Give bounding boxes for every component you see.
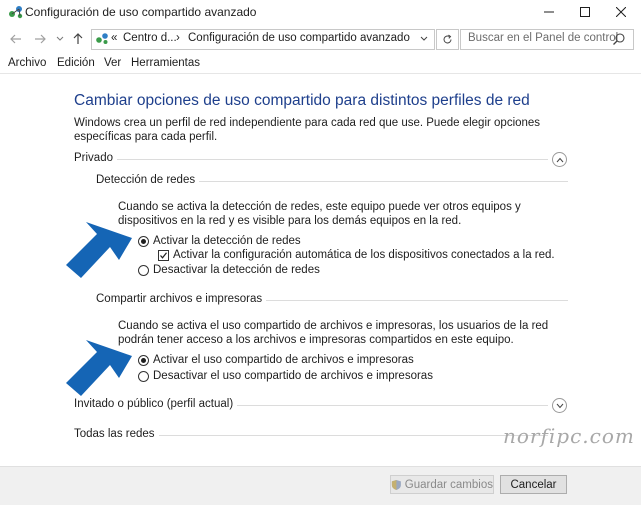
network-discovery-label: Detección de redes bbox=[96, 174, 200, 186]
forward-arrow-icon bbox=[35, 34, 46, 44]
section-privado-label: Privado bbox=[74, 152, 117, 164]
up-button[interactable] bbox=[68, 30, 88, 48]
search-placeholder: Buscar en el Panel de control bbox=[468, 32, 619, 44]
radio-discovery-off-label: Desactivar la detección de redes bbox=[153, 264, 320, 276]
save-changes-button[interactable]: Guardar cambios bbox=[390, 475, 494, 494]
section-all-networks-label: Todas las redes bbox=[74, 428, 159, 440]
shield-icon bbox=[391, 479, 401, 490]
checkbox-auto-config[interactable]: Activar la configuración automática de l… bbox=[158, 249, 555, 261]
forward-button[interactable] bbox=[30, 30, 50, 48]
breadcrumb-current[interactable]: Configuración de uso compartido avanzado bbox=[188, 32, 410, 44]
menu-archivo[interactable]: Archivo bbox=[8, 57, 46, 69]
refresh-icon bbox=[443, 34, 452, 44]
radio-selected-icon bbox=[138, 354, 149, 366]
radio-discovery-on-label: Activar la detección de redes bbox=[153, 235, 301, 247]
checkbox-checked-icon bbox=[158, 249, 169, 261]
window-title: Configuración de uso compartido avanzado bbox=[25, 5, 257, 19]
radio-sharing-on-label: Activar el uso compartido de archivos e … bbox=[153, 354, 414, 366]
menu-edicion[interactable]: Edición bbox=[57, 57, 95, 69]
minimize-icon bbox=[544, 11, 554, 13]
radio-selected-icon bbox=[138, 235, 149, 247]
radio-unselected-icon bbox=[138, 370, 149, 382]
chevron-down-icon bbox=[56, 36, 64, 41]
network-discovery-description: Cuando se activa la detección de redes, … bbox=[118, 201, 521, 227]
file-sharing-description: Cuando se activa el uso compartido de ar… bbox=[118, 320, 549, 346]
network-app-icon bbox=[9, 6, 23, 19]
recent-locations-button[interactable] bbox=[50, 30, 70, 48]
checkbox-auto-config-label: Activar la configuración automática de l… bbox=[173, 249, 555, 261]
close-button[interactable] bbox=[598, 0, 641, 24]
radio-discovery-off[interactable]: Desactivar la detección de redes bbox=[138, 264, 320, 276]
address-dropdown-button[interactable] bbox=[417, 31, 431, 46]
chevron-up-icon bbox=[556, 157, 563, 162]
refresh-button[interactable] bbox=[436, 29, 459, 50]
cancel-button[interactable]: Cancelar bbox=[500, 475, 567, 494]
collapse-privado-button[interactable] bbox=[552, 152, 567, 167]
radio-unselected-icon bbox=[138, 264, 149, 276]
radio-sharing-off-label: Desactivar el uso compartido de archivos… bbox=[153, 370, 433, 382]
breadcrumb-separator: « bbox=[111, 32, 118, 44]
menu-divider bbox=[0, 73, 641, 74]
pointer-arrow-icon bbox=[66, 340, 132, 396]
radio-sharing-off[interactable]: Desactivar el uso compartido de archivos… bbox=[138, 370, 433, 382]
radio-discovery-on[interactable]: Activar la detección de redes bbox=[138, 235, 301, 247]
menu-ver[interactable]: Ver bbox=[104, 57, 121, 69]
back-arrow-icon bbox=[10, 34, 21, 44]
expand-guest-button[interactable] bbox=[552, 398, 567, 413]
watermark: norfipc.com bbox=[503, 424, 635, 448]
save-changes-label: Guardar cambios bbox=[404, 478, 493, 491]
maximize-icon bbox=[580, 7, 590, 17]
page-intro: Windows crea un perfil de red independie… bbox=[74, 117, 541, 143]
page-title: Cambiar opciones de uso compartido para … bbox=[74, 92, 530, 109]
search-icon bbox=[613, 33, 625, 45]
chevron-down-icon bbox=[420, 36, 428, 41]
section-guest-label: Invitado o público (perfil actual) bbox=[74, 398, 238, 410]
breadcrumb-arrow[interactable]: › bbox=[176, 32, 180, 44]
menu-herramientas[interactable]: Herramientas bbox=[131, 57, 200, 69]
back-button[interactable] bbox=[6, 30, 26, 48]
chevron-down-icon bbox=[556, 403, 563, 408]
up-arrow-icon bbox=[73, 33, 83, 44]
pointer-arrow-icon bbox=[66, 222, 132, 278]
file-sharing-label: Compartir archivos e impresoras bbox=[96, 293, 267, 305]
breadcrumb-root[interactable]: Centro d... bbox=[123, 32, 177, 44]
divider-privado bbox=[74, 159, 548, 160]
network-location-icon bbox=[96, 33, 108, 44]
checkmark-icon bbox=[160, 251, 167, 259]
close-icon bbox=[616, 7, 626, 17]
radio-sharing-on[interactable]: Activar el uso compartido de archivos e … bbox=[138, 354, 414, 366]
